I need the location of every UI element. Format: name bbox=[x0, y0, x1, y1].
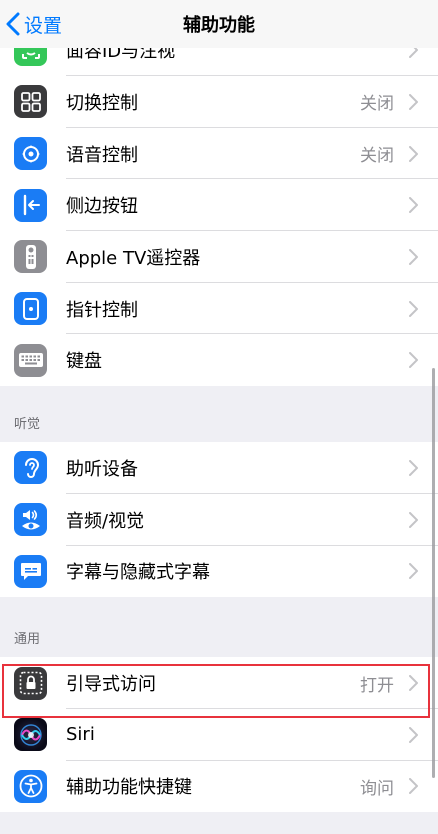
chevron-right-icon bbox=[409, 197, 418, 214]
list-item-label: 引导式访问 bbox=[66, 674, 156, 696]
switch-control-icon bbox=[14, 85, 47, 119]
tv-remote-icon bbox=[14, 240, 47, 274]
list-item-siri[interactable]: Siri bbox=[0, 708, 438, 761]
chevron-right-icon bbox=[409, 778, 418, 795]
list-item-accessibility-shortcut[interactable]: 辅助功能快捷键 询问 bbox=[0, 760, 438, 813]
back-button[interactable]: 设置 bbox=[6, 8, 62, 40]
voice-control-icon bbox=[14, 137, 47, 171]
list-item-value: 关闭 bbox=[360, 94, 394, 115]
section-general: 通用 bbox=[0, 597, 438, 658]
list-item-keyboard[interactable]: 键盘 bbox=[0, 334, 438, 387]
back-label: 设置 bbox=[24, 14, 63, 37]
chevron-right-icon bbox=[409, 352, 418, 369]
list-item-value: 打开 bbox=[360, 675, 394, 696]
chevron-right-icon bbox=[409, 511, 418, 528]
chevron-right-icon bbox=[409, 300, 418, 317]
list-item-face-id[interactable]: 面容ID与注视 bbox=[0, 48, 438, 76]
chevron-right-icon bbox=[409, 248, 418, 265]
list-item-hearing-devices[interactable]: 助听设备 bbox=[0, 442, 438, 494]
list-item-label: Apple TV遥控器 bbox=[66, 247, 201, 269]
chevron-right-icon bbox=[409, 93, 418, 110]
scrollbar[interactable] bbox=[432, 368, 435, 778]
pointer-control-icon bbox=[14, 292, 47, 326]
list-item-value: 询问 bbox=[360, 778, 394, 799]
list-item-switch-control[interactable]: 切换控制 关闭 bbox=[0, 76, 438, 128]
chevron-right-icon bbox=[409, 563, 418, 580]
list-item-label: 助听设备 bbox=[66, 458, 138, 480]
list-item-label: 字幕与隐藏式字幕 bbox=[66, 562, 210, 584]
list-item-label: 辅助功能快捷键 bbox=[66, 777, 192, 799]
list-item-audio-visual[interactable]: 音频/视觉 bbox=[0, 493, 438, 546]
list-item-subtitles[interactable]: 字幕与隐藏式字幕 bbox=[0, 545, 438, 598]
list-item-label: Siri bbox=[66, 724, 95, 746]
audio-visual-icon bbox=[14, 503, 47, 537]
chevron-right-icon bbox=[409, 726, 418, 743]
section-header: 听觉 bbox=[14, 417, 41, 433]
group-interaction: 切换控制 关闭 语音控制 关闭 侧边按钮 Apple TV遥控器 指针控制 键盘 bbox=[0, 76, 438, 387]
chevron-left-icon bbox=[6, 12, 20, 36]
guided-access-icon bbox=[14, 666, 47, 700]
list-item-side-button[interactable]: 侧边按钮 bbox=[0, 179, 438, 232]
chevron-right-icon bbox=[409, 145, 418, 162]
list-item-label: 切换控制 bbox=[66, 92, 138, 114]
list-item-guided-access[interactable]: 引导式访问 打开 bbox=[0, 657, 438, 709]
section-footer bbox=[0, 812, 438, 834]
group-general: 引导式访问 打开 Siri 辅助功能快捷键 询问 bbox=[0, 657, 438, 813]
ear-icon bbox=[14, 451, 47, 485]
list-item-label: 侧边按钮 bbox=[66, 196, 138, 218]
chevron-right-icon bbox=[409, 459, 418, 476]
list-item-label: 指针控制 bbox=[66, 299, 138, 321]
list-item-voice-control[interactable]: 语音控制 关闭 bbox=[0, 127, 438, 180]
list-item-label: 音频/视觉 bbox=[66, 510, 145, 532]
list-item-label: 语音控制 bbox=[66, 144, 138, 166]
list-item-pointer-control[interactable]: 指针控制 bbox=[0, 282, 438, 335]
screen: 设置 辅助功能 面容ID与注视 切换控制 关闭 语音控制 关闭 侧边按钮 App… bbox=[0, 0, 438, 834]
accessibility-icon bbox=[14, 769, 47, 803]
face-id-icon bbox=[14, 48, 47, 67]
list-item-label: 面容ID与注视 bbox=[66, 48, 176, 62]
list-item-value: 关闭 bbox=[360, 146, 394, 167]
group-hearing: 助听设备 音频/视觉 字幕与隐藏式字幕 bbox=[0, 442, 438, 598]
section-hearing: 听觉 bbox=[0, 386, 438, 443]
chevron-right-icon bbox=[409, 675, 418, 692]
list-item-apple-tv-remote[interactable]: Apple TV遥控器 bbox=[0, 231, 438, 283]
list-item-label: 键盘 bbox=[66, 351, 102, 373]
keyboard-icon bbox=[14, 343, 47, 377]
chevron-right-icon bbox=[409, 48, 418, 58]
subtitles-icon bbox=[14, 554, 47, 588]
group-interaction-top: 面容ID与注视 bbox=[0, 48, 438, 76]
settings-list[interactable]: 面容ID与注视 切换控制 关闭 语音控制 关闭 侧边按钮 Apple TV遥控器… bbox=[0, 48, 438, 834]
siri-icon bbox=[14, 718, 47, 752]
page-title: 辅助功能 bbox=[183, 15, 255, 36]
navigation-bar: 设置 辅助功能 bbox=[0, 0, 438, 48]
side-button-icon bbox=[14, 188, 47, 222]
section-header: 通用 bbox=[14, 632, 41, 648]
